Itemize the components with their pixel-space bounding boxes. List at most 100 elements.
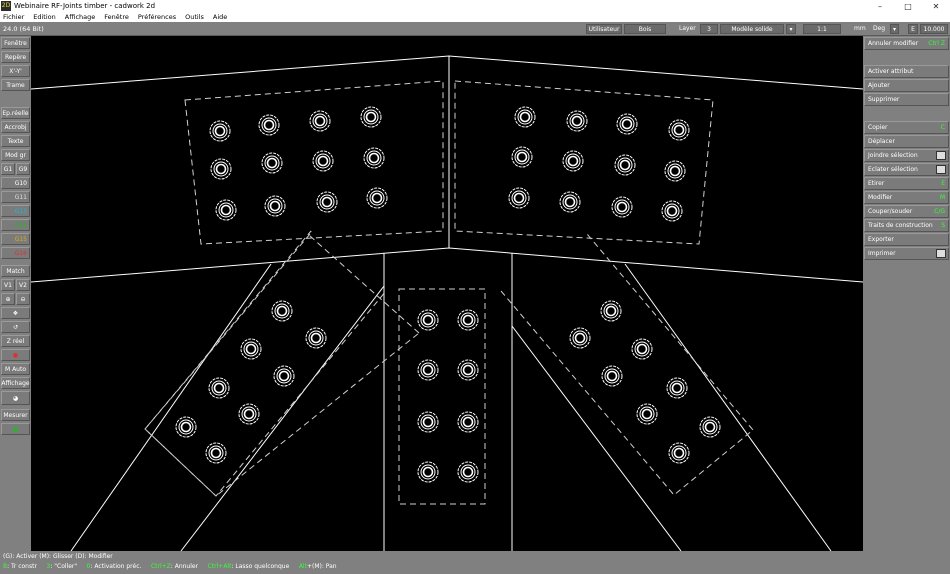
g1-button[interactable]: G1: [1, 163, 15, 175]
bolt-symbol: [210, 158, 232, 180]
g9-button[interactable]: G9: [16, 163, 30, 175]
zoom-in-icon[interactable]: ⊕: [1, 293, 15, 305]
bolt-symbol: [309, 110, 331, 132]
g10-button[interactable]: G10: [1, 177, 30, 189]
mod-gr-button[interactable]: Mod gr: [1, 149, 30, 161]
menu-aide[interactable]: Aide: [213, 13, 227, 21]
e-value-field[interactable]: 10.000: [920, 24, 948, 34]
rotate-icon[interactable]: ↺: [1, 321, 30, 333]
match-button[interactable]: Match: [1, 265, 30, 277]
zoom-out-icon[interactable]: ⊖: [16, 293, 30, 305]
v2-button[interactable]: V2: [16, 279, 30, 291]
bolt-symbol: [417, 461, 439, 483]
user-button[interactable]: Utilisateur: [586, 24, 622, 34]
model-field[interactable]: Modèle solide: [720, 24, 784, 34]
texte-button[interactable]: Texte: [1, 135, 30, 147]
hint-text: : Tr constr: [7, 563, 37, 570]
bolt-symbol: [614, 154, 636, 176]
copier-button[interactable]: Copier C: [864, 121, 949, 134]
menu-preferences[interactable]: Préférences: [138, 13, 176, 21]
bolt-symbol: [240, 338, 262, 360]
cad-drawing: [31, 55, 863, 551]
bolt-symbol: [600, 300, 622, 322]
repere-button[interactable]: Repère: [1, 51, 30, 63]
g14-button[interactable]: G14: [1, 219, 30, 231]
material-field[interactable]: Bois: [624, 24, 666, 34]
g13-button[interactable]: G13: [1, 205, 30, 217]
annuler-modifier-button[interactable]: Annuler modifier Ctrl Z: [864, 37, 949, 50]
bolt-symbol: [417, 309, 439, 331]
fenetre-button[interactable]: Fenêtre: [1, 37, 30, 49]
traits-shortcut: S: [941, 222, 945, 229]
hint-text: : Lasso quelconque: [231, 563, 290, 570]
bolt-symbol: [264, 195, 286, 217]
eclater-selection-button[interactable]: Eclater sélection: [864, 163, 949, 176]
red-marker-icon[interactable]: ●: [1, 349, 30, 361]
v1-button[interactable]: V1: [1, 279, 15, 291]
affichage-button[interactable]: Affichage: [1, 377, 30, 389]
layer-field[interactable]: 3: [700, 24, 718, 34]
e-label[interactable]: E: [908, 24, 918, 34]
joindre-label: Joindre sélection: [868, 152, 918, 159]
z-reel-button[interactable]: Z réel: [1, 335, 30, 347]
menu-bar: Fichier Edition Affichage Fenêtre Préfér…: [0, 12, 950, 22]
g11-button[interactable]: G11: [1, 191, 30, 203]
angle-unit-label: Deg: [873, 25, 886, 32]
activer-attribut-button[interactable]: Activer attribut: [864, 65, 949, 78]
couper-souder-button[interactable]: Couper/souder C/G: [864, 205, 949, 218]
ep-reelle-button[interactable]: Ep.réelle: [1, 107, 30, 119]
exporter-button[interactable]: Exporter: [864, 233, 949, 246]
menu-edition[interactable]: Edition: [33, 13, 56, 21]
bolt-symbol: [363, 147, 385, 169]
mesurer-button[interactable]: Mesurer: [1, 409, 30, 421]
timber-outlines: [31, 55, 863, 551]
supprimer-button[interactable]: Supprimer: [864, 93, 949, 106]
traits-construction-button[interactable]: Traits de construction S: [864, 219, 949, 232]
drawing-canvas[interactable]: [31, 36, 863, 551]
ajouter-button[interactable]: Ajouter: [864, 79, 949, 92]
menu-fenetre[interactable]: Fenêtre: [104, 13, 129, 21]
measure-tool-icon[interactable]: ▦: [1, 423, 30, 435]
version-label: 24.0 (64 Bit): [3, 25, 44, 33]
joindre-selection-button[interactable]: Joindre sélection: [864, 149, 949, 162]
left-panel: Fenêtre Repère X'-Y' Trame Ep.réelle Acc…: [0, 36, 31, 551]
bolt-symbol: [366, 187, 388, 209]
trame-button[interactable]: Trame: [1, 79, 30, 91]
copier-shortcut: C: [940, 124, 945, 131]
menu-outils[interactable]: Outils: [185, 13, 204, 21]
g16-button[interactable]: G16: [1, 247, 30, 259]
view-angle-icon[interactable]: ◕: [1, 391, 30, 405]
bolt-symbol: [562, 150, 584, 172]
accrobj-button[interactable]: Accrobj: [1, 121, 30, 133]
imprimer-button[interactable]: Imprimer: [864, 247, 949, 260]
compass-icon[interactable]: ❖: [1, 307, 30, 319]
bolt-symbol: [273, 365, 295, 387]
menu-fichier[interactable]: Fichier: [3, 13, 24, 21]
menu-affichage[interactable]: Affichage: [65, 13, 96, 21]
annuler-label: Annuler modifier: [868, 40, 919, 47]
deplacer-button[interactable]: Déplacer: [864, 135, 949, 148]
close-icon[interactable]: ✕: [922, 0, 950, 12]
toolbar: 24.0 (64 Bit) Utilisateur Bois Layer 3 M…: [0, 22, 950, 36]
etirer-button[interactable]: Etirer E: [864, 177, 949, 190]
scale-field[interactable]: 1:1: [803, 24, 841, 34]
model-dropdown-icon[interactable]: ▾: [786, 24, 796, 34]
bolt-symbol: [312, 150, 334, 172]
bolt-symbol: [514, 106, 536, 128]
bolt-symbol: [668, 442, 690, 464]
m-auto-button[interactable]: M Auto: [1, 363, 30, 375]
bolt-symbol: [360, 106, 382, 128]
bolt-symbol: [611, 196, 633, 218]
maximize-icon[interactable]: □: [894, 0, 922, 12]
eclater-label: Eclater sélection: [868, 166, 918, 173]
bolt-symbol: [271, 300, 293, 322]
bolt-symbol: [215, 199, 237, 221]
minimize-icon[interactable]: –: [866, 0, 894, 12]
xy-button[interactable]: X'-Y': [1, 65, 30, 77]
bolt-symbol: [457, 461, 479, 483]
modifier-button[interactable]: Modifier M: [864, 191, 949, 204]
angle-dropdown-icon[interactable]: ▾: [890, 24, 899, 34]
bolt-symbol: [699, 416, 721, 438]
g15-button[interactable]: G15: [1, 233, 30, 245]
traits-label: Traits de construction: [868, 222, 933, 229]
